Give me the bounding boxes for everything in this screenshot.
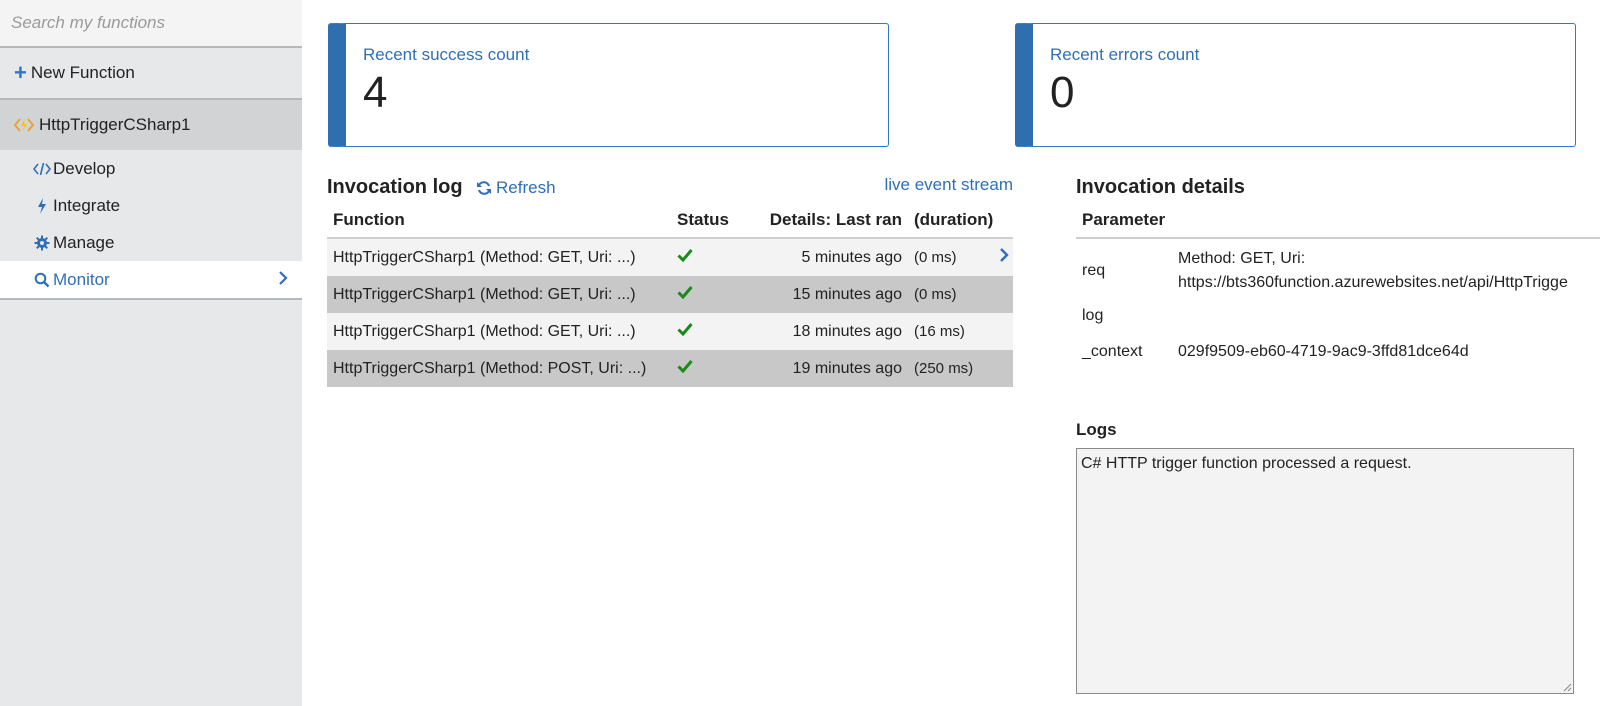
row-duration: (16 ms) <box>914 323 965 340</box>
table-row[interactable]: HttpTriggerCSharp1 (Method: GET, Uri: ..… <box>327 239 1013 276</box>
sidebar-item-develop[interactable]: Develop <box>0 150 302 187</box>
logs-title: Logs <box>1076 420 1117 439</box>
sidebar-item-manage[interactable]: Manage <box>0 224 302 261</box>
success-check-icon <box>677 248 732 267</box>
logs-textarea[interactable]: C# HTTP trigger function processed a req… <box>1076 448 1574 694</box>
sidebar-item-label: Manage <box>53 232 115 252</box>
invocation-details-title: Invocation details <box>1076 176 1245 198</box>
search-icon <box>32 272 52 288</box>
row-last-ran: 5 minutes ago <box>801 248 902 266</box>
param-value: Method: GET, Uri: https://bts360function… <box>1178 247 1600 295</box>
row-last-ran: 19 minutes ago <box>792 359 902 377</box>
refresh-label: Refresh <box>496 178 556 197</box>
success-count-label: Recent success count <box>363 45 530 64</box>
table-row[interactable]: HttpTriggerCSharp1 (Method: GET, Uri: ..… <box>327 313 1013 350</box>
new-function-button[interactable]: + New Function <box>0 48 302 100</box>
parameter-header: Parameter <box>1076 203 1600 239</box>
param-value <box>1178 307 1600 331</box>
row-last-ran: 15 minutes ago <box>792 285 902 303</box>
table-header: Function Status Details: Last ran (durat… <box>327 203 1013 239</box>
errors-count-card: Recent errors count 0 <box>1015 23 1576 147</box>
row-function: HttpTriggerCSharp1 (Method: POST, Uri: .… <box>333 359 647 377</box>
new-function-label: New Function <box>30 63 135 82</box>
table-row[interactable]: HttpTriggerCSharp1 (Method: POST, Uri: .… <box>327 350 1013 387</box>
refresh-icon <box>477 181 491 195</box>
sidebar-item-monitor[interactable]: Monitor <box>0 261 302 300</box>
chevron-right-icon[interactable] <box>999 247 1013 268</box>
chevron-right-icon <box>278 270 288 291</box>
column-header-function: Function <box>333 210 405 229</box>
success-count-card: Recent success count 4 <box>328 23 889 147</box>
code-icon <box>32 162 52 176</box>
column-header-last-ran: Details: Last ran <box>769 210 902 229</box>
search-box <box>0 0 302 48</box>
row-function: HttpTriggerCSharp1 (Method: GET, Uri: ..… <box>333 248 636 266</box>
sidebar-item-label: Monitor <box>53 269 110 289</box>
row-duration: (250 ms) <box>914 360 974 377</box>
param-key: log <box>1082 307 1104 324</box>
sidebar-item-integrate[interactable]: Integrate <box>0 187 302 224</box>
row-last-ran: 18 minutes ago <box>792 322 902 340</box>
row-function: HttpTriggerCSharp1 (Method: GET, Uri: ..… <box>333 285 636 303</box>
row-duration: (0 ms) <box>914 286 957 303</box>
param-row-req: req Method: GET, Uri: https://bts360func… <box>1076 247 1600 295</box>
invocation-details-table: Parameter req Method: GET, Uri: https://… <box>1076 203 1600 367</box>
success-check-icon <box>677 359 732 378</box>
param-value-line: Method: GET, Uri: <box>1178 250 1306 267</box>
function-item[interactable]: HttpTriggerCSharp1 <box>0 100 302 150</box>
row-duration: (0 ms) <box>914 249 957 266</box>
success-count-value: 4 <box>363 68 388 117</box>
table-row[interactable]: HttpTriggerCSharp1 (Method: GET, Uri: ..… <box>327 276 1013 313</box>
param-row-context: _context 029f9509-eb60-4719-9ac9-3ffd81d… <box>1076 343 1600 367</box>
param-key: req <box>1082 262 1106 279</box>
param-value: 029f9509-eb60-4719-9ac9-3ffd81dce64d <box>1178 343 1469 360</box>
lightning-icon <box>32 197 52 215</box>
gear-icon <box>32 235 52 251</box>
live-event-stream-link[interactable]: live event stream <box>885 175 1014 195</box>
sidebar-item-label: Develop <box>53 158 116 178</box>
plus-icon: + <box>14 60 27 85</box>
search-input[interactable] <box>9 12 293 34</box>
invocation-log-title: Invocation log <box>327 176 463 198</box>
param-row-log: log <box>1076 307 1600 331</box>
errors-count-value: 0 <box>1050 68 1075 117</box>
refresh-button[interactable]: Refresh <box>476 178 556 198</box>
function-icon <box>14 118 34 132</box>
logs-content: C# HTTP trigger function processed a req… <box>1081 455 1412 472</box>
sidebar: + New Function HttpTriggerCSharp1 Develo… <box>0 0 302 706</box>
invocation-log-table: Function Status Details: Last ran (durat… <box>327 203 1013 387</box>
column-header-duration: (duration) <box>914 210 994 229</box>
resize-grip-icon[interactable] <box>1562 682 1572 692</box>
sidebar-item-label: Integrate <box>53 195 121 215</box>
function-name: HttpTriggerCSharp1 <box>39 115 191 134</box>
param-value-line: https://bts360function.azurewebsites.net… <box>1178 274 1568 291</box>
success-check-icon <box>677 285 732 304</box>
column-header-status: Status <box>677 210 729 229</box>
success-check-icon <box>677 322 732 341</box>
errors-count-label: Recent errors count <box>1050 45 1200 64</box>
param-key: _context <box>1082 343 1143 360</box>
row-function: HttpTriggerCSharp1 (Method: GET, Uri: ..… <box>333 322 636 340</box>
